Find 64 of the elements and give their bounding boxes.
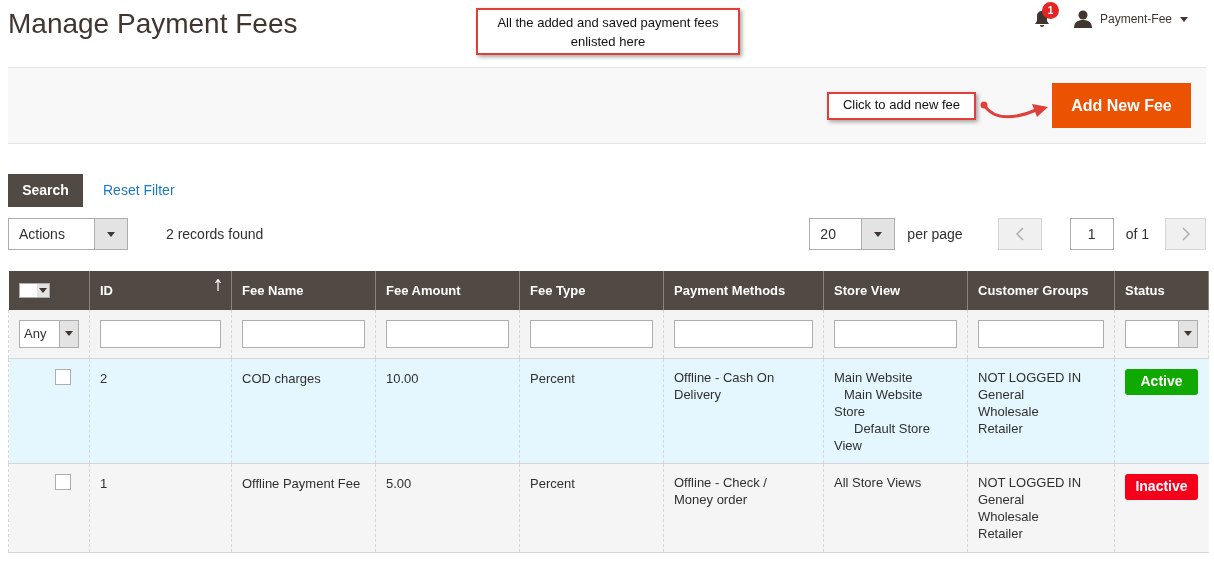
- table-row[interactable]: 2 COD charges 10.00 Percent Offline - Cash On Delivery Main Website Main Website Store Default Store View NOT LOGGED IN General Wholesale Retailer Active: [8, 358, 1209, 463]
- caret-icon: [1180, 16, 1188, 22]
- caret-icon: [107, 231, 115, 237]
- caret-icon: [874, 231, 883, 237]
- user-icon: [1073, 10, 1092, 28]
- customer-group-text: NOT LOGGED IN: [978, 473, 1083, 491]
- id-text: 2: [100, 370, 108, 386]
- filter-field[interactable]: [674, 319, 813, 348]
- filter-field[interactable]: [386, 319, 509, 348]
- caret-icon: [1184, 331, 1192, 337]
- customer-group-text: General: [978, 490, 1026, 508]
- user-menu[interactable]: Payment-Fee: [1073, 10, 1188, 28]
- reset-filter-link[interactable]: Reset Filter: [103, 180, 175, 201]
- fee-type-text: Percent: [530, 370, 575, 386]
- search-button[interactable]: Search: [8, 174, 83, 207]
- customer-group-text: Retailer: [978, 524, 1024, 542]
- annotation-callout: Click to add new fee: [827, 92, 976, 120]
- customer-group-text: NOT LOGGED IN: [978, 368, 1083, 386]
- row-checkbox[interactable]: [55, 368, 71, 385]
- chevron-right-icon: [1181, 227, 1190, 241]
- payment-method-text: Offline - Check / Money order: [674, 473, 768, 508]
- add-new-fee-button[interactable]: Add New Fee: [1052, 83, 1191, 128]
- caret-icon: [65, 331, 73, 337]
- per-page-select[interactable]: 20: [809, 218, 896, 250]
- annotation-callout: All the added and saved payment fees enlisted here: [476, 8, 740, 55]
- page-total-text: of 1: [1125, 224, 1149, 244]
- filter-field[interactable]: [242, 319, 365, 348]
- fee-amount-text: 5.00: [386, 475, 412, 491]
- filter-field[interactable]: [530, 319, 653, 348]
- id-text: 1: [100, 475, 108, 491]
- payment-method-text: Offline - Cash On Delivery: [674, 368, 776, 403]
- sort-arrow-icon: [215, 279, 221, 291]
- per-page-label: per page: [907, 224, 963, 244]
- store-view-text: Main Website: [834, 368, 914, 386]
- customer-group-text: Wholesale: [978, 507, 1040, 525]
- page-number-field[interactable]: 1: [1069, 218, 1114, 250]
- notification-badge: 1: [1041, 2, 1059, 19]
- store-view-text: Default Store View: [834, 419, 931, 454]
- fee-name-text: Offline Payment Fee: [242, 475, 361, 491]
- next-page-button[interactable]: [1165, 218, 1206, 250]
- status-filter-select[interactable]: [1125, 319, 1198, 348]
- page-title: Manage Payment Fees: [8, 7, 298, 41]
- previous-page-button[interactable]: [997, 218, 1042, 250]
- fee-name-text: COD charges: [242, 370, 321, 386]
- actions-select[interactable]: Actions: [8, 218, 128, 250]
- filter-field[interactable]: [100, 319, 221, 348]
- filter-field[interactable]: [834, 319, 957, 348]
- mass-select-control[interactable]: [18, 283, 50, 298]
- status-badge: Inactive: [1125, 473, 1198, 500]
- customer-group-text: General: [978, 385, 1026, 403]
- store-view-text: All Store Views: [834, 473, 923, 491]
- store-view-text: Main Website Store: [834, 385, 924, 420]
- table-row[interactable]: 1 Offline Payment Fee 5.00 Percent Offline - Check / Money order All Store Views NOT LOGGED IN General Wholesale Retailer Inactive: [8, 463, 1209, 552]
- caret-icon: [38, 288, 47, 293]
- filter-field[interactable]: [978, 319, 1104, 348]
- customer-group-text: Wholesale: [978, 402, 1040, 420]
- fee-amount-text: 10.00: [386, 370, 419, 386]
- any-select[interactable]: Any: [19, 319, 79, 348]
- row-checkbox[interactable]: [55, 473, 71, 490]
- fee-type-text: Percent: [530, 475, 575, 491]
- chevron-left-icon: [1015, 227, 1024, 241]
- customer-group-text: Retailer: [978, 419, 1024, 437]
- records-found-text: 2 records found: [166, 224, 264, 244]
- status-badge: Active: [1125, 368, 1198, 395]
